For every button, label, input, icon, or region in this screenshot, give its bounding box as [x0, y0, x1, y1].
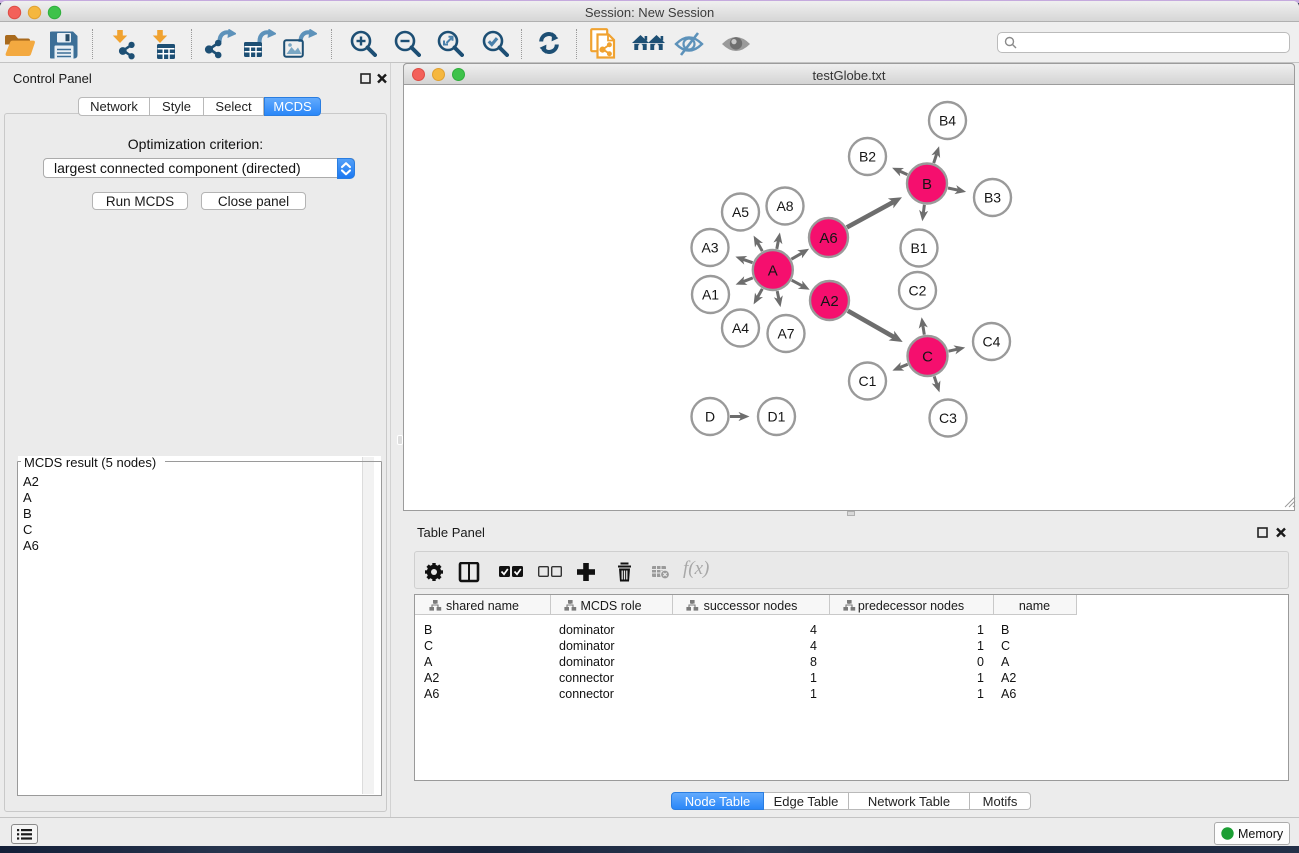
svg-text:D: D — [705, 409, 715, 425]
svg-text:A1: A1 — [702, 287, 719, 303]
svg-text:B: B — [922, 176, 932, 193]
svg-text:C4: C4 — [983, 334, 1001, 350]
svg-text:A5: A5 — [732, 204, 749, 220]
svg-text:B2: B2 — [859, 149, 876, 165]
svg-text:A3: A3 — [701, 240, 718, 256]
svg-text:A4: A4 — [732, 320, 749, 336]
svg-text:C3: C3 — [939, 410, 957, 426]
svg-text:C1: C1 — [859, 373, 877, 389]
svg-text:A2: A2 — [820, 293, 838, 310]
svg-text:B3: B3 — [984, 190, 1001, 206]
svg-text:A6: A6 — [819, 230, 837, 247]
svg-text:D1: D1 — [768, 409, 786, 425]
svg-text:C: C — [922, 348, 933, 365]
svg-text:A8: A8 — [776, 198, 793, 214]
svg-text:B4: B4 — [939, 113, 956, 129]
svg-text:C2: C2 — [909, 283, 927, 299]
svg-text:B1: B1 — [910, 240, 927, 256]
svg-text:A: A — [768, 262, 778, 279]
svg-text:A7: A7 — [777, 326, 794, 342]
